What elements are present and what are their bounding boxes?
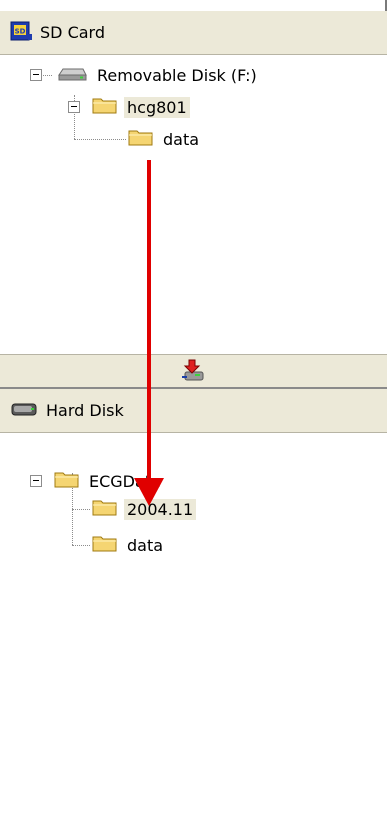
transfer-button[interactable]	[180, 359, 206, 383]
tree-node-removable-disk[interactable]: Removable Disk (F:)	[56, 61, 260, 89]
collapse-root-button[interactable]	[30, 475, 42, 487]
folder-icon	[92, 533, 118, 557]
tree-node-data[interactable]: data	[92, 531, 166, 559]
tree-node-ecgdata[interactable]: ECGData	[54, 467, 164, 495]
hard-disk-tree[interactable]: ECGData 2004.11 data	[0, 433, 387, 821]
folder-label: hcg801	[124, 96, 190, 118]
folder-label: data	[127, 535, 164, 555]
folder-label: 2004.11	[124, 498, 197, 520]
folder-label: data	[163, 129, 200, 149]
tree-node-data[interactable]: data	[128, 125, 202, 153]
collapse-folder-button[interactable]	[68, 101, 80, 113]
sd-card-icon: SD	[10, 20, 32, 46]
window-frame: SD SD Card Removable Disk (F:) hcg801 da…	[0, 0, 387, 821]
folder-icon	[92, 497, 118, 521]
folder-icon	[54, 469, 80, 493]
tree-node-2004-11[interactable]: 2004.11	[92, 495, 197, 523]
tree-connector	[72, 509, 90, 510]
sd-card-title: SD Card	[40, 23, 105, 42]
drive-icon	[56, 64, 88, 86]
tree-connector	[72, 545, 90, 546]
folder-icon	[92, 95, 118, 119]
sd-card-tree[interactable]: Removable Disk (F:) hcg801 data	[0, 55, 387, 354]
folder-label: ECGData	[89, 471, 161, 491]
svg-text:SD: SD	[15, 27, 26, 35]
sd-card-header: SD SD Card	[0, 11, 387, 55]
tree-connector	[74, 139, 126, 140]
transfer-icon	[182, 359, 204, 381]
transfer-toolbar	[0, 354, 387, 390]
tree-node-hcg801[interactable]: hcg801	[92, 93, 190, 121]
drive-label: Removable Disk (F:)	[97, 65, 257, 85]
collapse-drive-button[interactable]	[30, 69, 42, 81]
hard-disk-icon	[10, 400, 38, 422]
hard-disk-header: Hard Disk	[0, 389, 387, 433]
folder-icon	[128, 127, 154, 151]
hard-disk-title: Hard Disk	[46, 401, 124, 420]
